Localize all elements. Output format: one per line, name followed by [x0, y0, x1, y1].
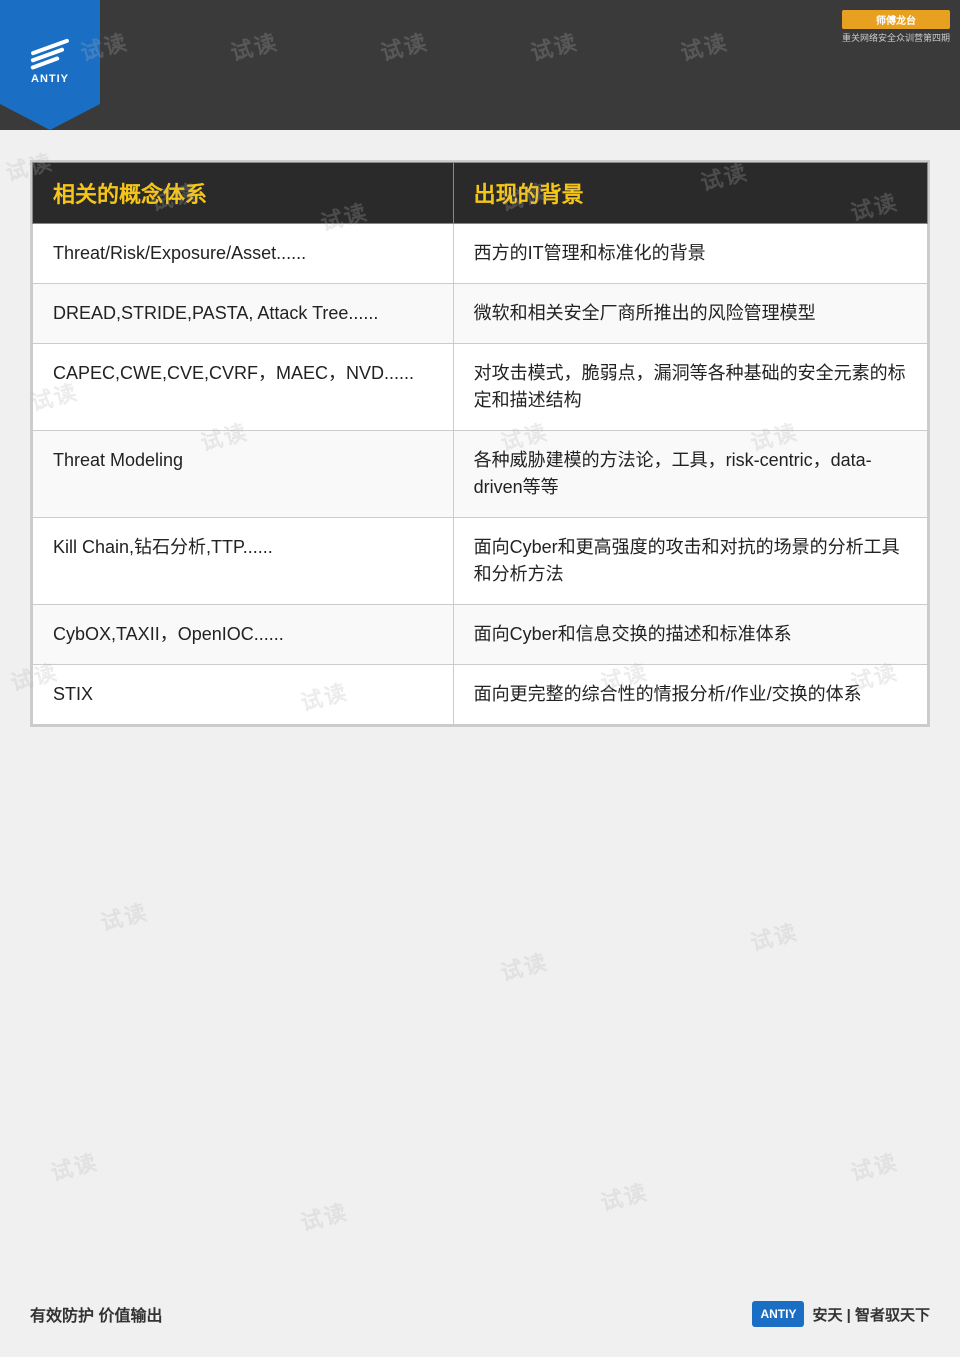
table-cell-left-3: Threat Modeling — [33, 431, 454, 518]
watermark-20: 试读 — [97, 894, 152, 937]
watermark-25: 试读 — [597, 1174, 652, 1217]
table-cell-left-0: Threat/Risk/Exposure/Asset...... — [33, 224, 454, 284]
table-cell-left-1: DREAD,STRIDE,PASTA, Attack Tree...... — [33, 284, 454, 344]
watermark-21: 试读 — [497, 944, 552, 987]
top-right-logo: 师傅龙台 重关网络安全众训营第四期 — [842, 10, 950, 44]
table-row: Threat Modeling各种威胁建模的方法论，工具，risk-centri… — [33, 431, 928, 518]
table-header-row: 相关的概念体系 出现的背景 — [33, 163, 928, 224]
table-cell-left-6: STIX — [33, 665, 454, 725]
table-cell-right-0: 西方的IT管理和标准化的背景 — [453, 224, 927, 284]
watermark-24: 试读 — [297, 1194, 352, 1237]
watermark-26: 试读 — [847, 1144, 902, 1187]
table-row: CybOX,TAXII，OpenIOC......面向Cyber和信息交换的描述… — [33, 605, 928, 665]
header: ANTIY 师傅龙台 重关网络安全众训营第四期 — [0, 0, 960, 130]
top-right-brand: 师傅龙台 — [842, 10, 950, 29]
table-cell-left-5: CybOX,TAXII，OpenIOC...... — [33, 605, 454, 665]
table-cell-right-2: 对攻击模式，脆弱点，漏洞等各种基础的安全元素的标定和描述结构 — [453, 344, 927, 431]
table-cell-right-5: 面向Cyber和信息交换的描述和标准体系 — [453, 605, 927, 665]
watermark-22: 试读 — [747, 914, 802, 957]
data-table: 相关的概念体系 出现的背景 Threat/Risk/Exposure/Asset… — [32, 162, 928, 725]
logo-antiy-text: ANTIY — [31, 73, 69, 85]
footer-brand-text: 安天 | 智者驭天下 — [812, 1304, 930, 1325]
table-cell-left-2: CAPEC,CWE,CVE,CVRF，MAEC，NVD...... — [33, 344, 454, 431]
footer-logo-text: ANTIY — [760, 1307, 796, 1321]
col2-header: 出现的背景 — [453, 163, 927, 224]
table-cell-right-3: 各种威胁建模的方法论，工具，risk-centric，data-driven等等 — [453, 431, 927, 518]
watermark-23: 试读 — [47, 1144, 102, 1187]
footer-left-text: 有效防护 价值输出 — [30, 1302, 162, 1326]
footer-right: ANTIY 安天 | 智者驭天下 — [752, 1301, 930, 1327]
logo-box: ANTIY — [0, 0, 100, 130]
table-cell-left-4: Kill Chain,钻石分析,TTP...... — [33, 518, 454, 605]
footer-logo-box: ANTIY — [752, 1301, 804, 1327]
table-cell-right-1: 微软和相关安全厂商所推出的风险管理模型 — [453, 284, 927, 344]
col1-header: 相关的概念体系 — [33, 163, 454, 224]
table-row: Threat/Risk/Exposure/Asset......西方的IT管理和… — [33, 224, 928, 284]
table-row: DREAD,STRIDE,PASTA, Attack Tree......微软和… — [33, 284, 928, 344]
table-row: Kill Chain,钻石分析,TTP......面向Cyber和更高强度的攻击… — [33, 518, 928, 605]
table-row: CAPEC,CWE,CVE,CVRF，MAEC，NVD......对攻击模式，脆… — [33, 344, 928, 431]
top-right-sub: 重关网络安全众训营第四期 — [842, 31, 950, 44]
table-cell-right-4: 面向Cyber和更高强度的攻击和对抗的场景的分析工具和分析方法 — [453, 518, 927, 605]
main-content: 相关的概念体系 出现的背景 Threat/Risk/Exposure/Asset… — [30, 160, 930, 727]
footer: 有效防护 价值输出 ANTIY 安天 | 智者驭天下 — [0, 1301, 960, 1327]
table-cell-right-6: 面向更完整的综合性的情报分析/作业/交换的体系 — [453, 665, 927, 725]
logo-lines — [30, 45, 70, 65]
table-row: STIX面向更完整的综合性的情报分析/作业/交换的体系 — [33, 665, 928, 725]
